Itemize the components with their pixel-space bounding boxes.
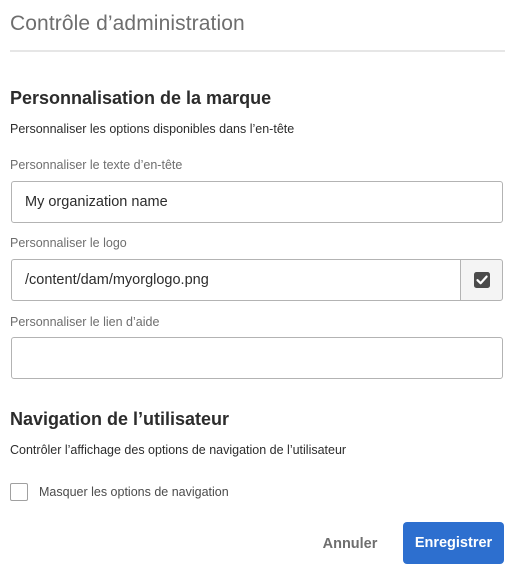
logo-label: Personnaliser le logo (10, 236, 127, 250)
checkbox-picker-icon (473, 272, 490, 288)
logo-path-input[interactable] (11, 259, 460, 301)
save-button[interactable]: Enregistrer (403, 522, 504, 564)
dialog-title: Contrôle d’administration (10, 12, 245, 35)
user-navigation-heading: Navigation de l’utilisateur (10, 409, 230, 429)
header-text-input[interactable] (11, 181, 503, 223)
title-divider (10, 50, 505, 52)
user-navigation-description: Contrôler l’affichage des options de nav… (10, 443, 347, 457)
header-text-label: Personnaliser le texte d’en-tête (10, 158, 183, 172)
admin-control-dialog: Contrôle d’administration Personnalisati… (0, 0, 515, 577)
cancel-button[interactable]: Annuler (312, 524, 388, 564)
hide-navigation-label: Masquer les options de navigation (39, 485, 229, 499)
hide-navigation-option[interactable]: Masquer les options de navigation (10, 483, 229, 501)
hide-navigation-checkbox[interactable] (10, 483, 28, 501)
help-link-input[interactable] (11, 337, 503, 379)
branding-heading: Personnalisation de la marque (10, 88, 272, 108)
help-link-label: Personnaliser le lien d’aide (10, 315, 160, 329)
branding-description: Personnaliser les options disponibles da… (10, 122, 295, 136)
logo-picker-button[interactable] (460, 259, 503, 301)
